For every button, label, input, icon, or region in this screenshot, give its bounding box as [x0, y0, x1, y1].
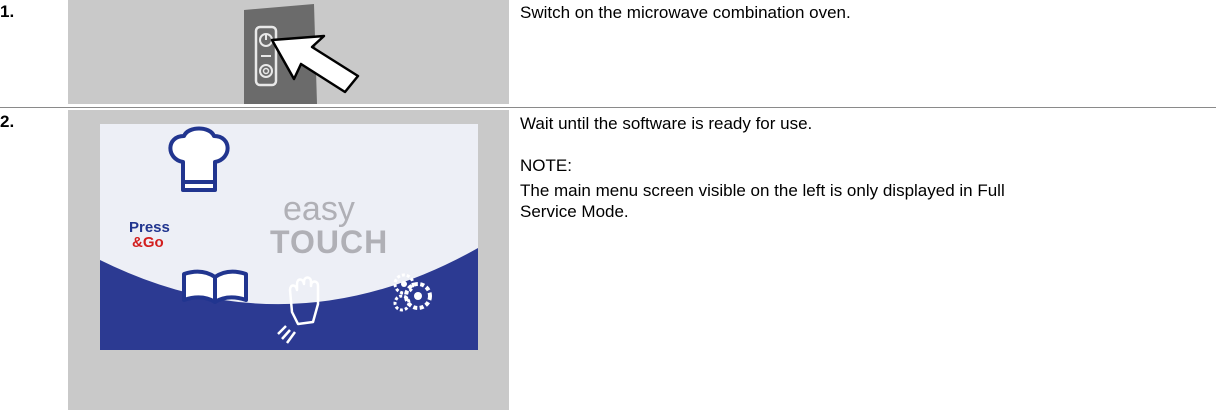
step-1-number: 1. [0, 2, 15, 21]
blue-curve-background [100, 248, 478, 350]
power-switch-illustration [244, 4, 360, 104]
main-menu-screen: Press &Go easy TOUCH [100, 124, 478, 350]
step-2-text: Wait until the software is ready for use… [520, 113, 1005, 222]
step-1-instruction: Switch on the microwave combination oven… [520, 3, 851, 22]
chef-hat-icon [168, 126, 230, 192]
step-2-image: Press &Go easy TOUCH [68, 110, 509, 410]
book-icon [182, 269, 248, 304]
touch-logo-text: TOUCH [270, 224, 389, 260]
step-2-number: 2. [0, 112, 15, 131]
go-logo-text: &Go [132, 234, 164, 251]
step-1-image [68, 0, 509, 104]
note-line-1: The main menu screen visible on the left… [520, 181, 1005, 200]
step-2-instruction: Wait until the software is ready for use… [520, 114, 813, 133]
press-and-go-logo: Press &Go [129, 220, 170, 250]
row-divider [0, 107, 1216, 108]
note-label: NOTE: [520, 156, 572, 175]
note-line-2: Service Mode. [520, 202, 629, 221]
step-1-text: Switch on the microwave combination oven… [520, 2, 851, 23]
